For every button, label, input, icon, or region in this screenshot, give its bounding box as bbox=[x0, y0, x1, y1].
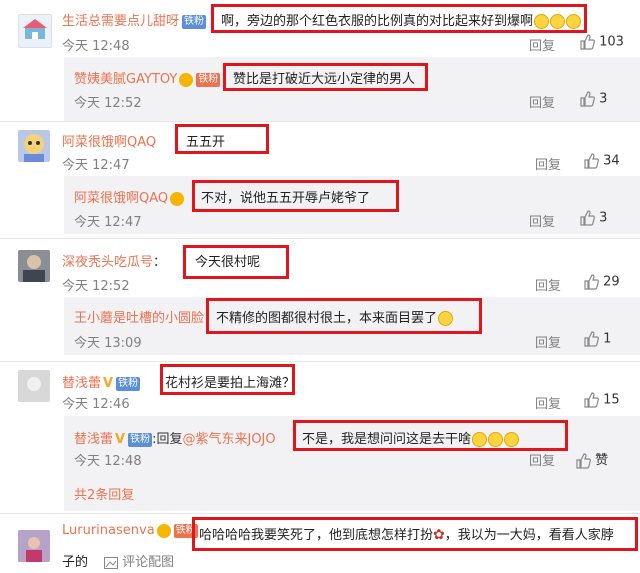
avatar[interactable] bbox=[18, 250, 50, 282]
laugh-emoji-icon bbox=[472, 432, 488, 447]
like-count: 29 bbox=[603, 274, 620, 290]
like-button[interactable]: 3 bbox=[579, 91, 607, 107]
reply-username[interactable]: 阿菜很饿啊QAQ bbox=[74, 187, 185, 206]
medal-icon bbox=[179, 72, 194, 87]
thumbs-up-icon bbox=[576, 452, 591, 469]
avatar[interactable] bbox=[18, 370, 50, 402]
like-count: 103 bbox=[599, 34, 624, 50]
medal-icon bbox=[170, 191, 185, 206]
thumbs-up-icon bbox=[584, 153, 599, 169]
avatar[interactable] bbox=[18, 130, 50, 162]
thumbs-up-icon bbox=[584, 331, 599, 347]
house-logo-icon bbox=[23, 19, 47, 39]
reply-time: 今天 12:52 bbox=[74, 96, 142, 111]
like-button[interactable]: 1 bbox=[583, 331, 611, 347]
reply-button[interactable]: 回复 bbox=[529, 211, 555, 230]
avatar[interactable] bbox=[18, 14, 52, 48]
reply-button[interactable]: 回复 bbox=[535, 154, 561, 173]
comment-time: 今天 12:47 bbox=[62, 158, 130, 173]
like-button[interactable]: 29 bbox=[583, 274, 620, 290]
reply-time: 今天 13:09 bbox=[74, 336, 142, 351]
fan-badge: 铁粉 bbox=[196, 72, 221, 87]
fan-badge: 铁粉 bbox=[182, 14, 207, 29]
photo-avatar-icon bbox=[18, 370, 50, 402]
thumbs-up-icon bbox=[580, 91, 595, 107]
verified-v-icon: V bbox=[115, 432, 126, 447]
like-count: 1 bbox=[603, 331, 612, 347]
comment-text: 今天很村呢 bbox=[195, 255, 261, 270]
divider bbox=[0, 361, 640, 362]
like-label: 赞 bbox=[595, 453, 609, 468]
reply-button[interactable]: 回复 bbox=[535, 393, 561, 412]
like-button[interactable]: 103 bbox=[579, 34, 624, 50]
grin-emoji-icon bbox=[438, 311, 454, 326]
comment-image-link[interactable]: 评论配图 bbox=[104, 551, 174, 570]
comment-time: 今天 12:52 bbox=[62, 279, 130, 294]
reply-text: 不是，我是想问问这是去干啥 bbox=[302, 428, 520, 447]
comment-username[interactable]: Lururinasenva 铁粉 bbox=[62, 523, 198, 538]
like-count: 34 bbox=[603, 153, 620, 169]
image-icon bbox=[104, 556, 118, 569]
like-button[interactable]: 15 bbox=[583, 392, 620, 408]
divider bbox=[0, 121, 640, 122]
like-count: 3 bbox=[599, 91, 608, 107]
like-count: 3 bbox=[599, 210, 608, 226]
thumbs-up-icon bbox=[584, 392, 599, 408]
reply-username[interactable]: 替浅蕾 V 铁粉:回复@紫气东来JOJO bbox=[74, 428, 276, 447]
medal-icon bbox=[156, 523, 171, 538]
divider bbox=[0, 238, 640, 239]
verified-v-icon: V bbox=[103, 376, 114, 391]
comment-username[interactable]: 阿菜很饿啊QAQ bbox=[62, 131, 156, 150]
comment-time: 今天 12:48 bbox=[62, 39, 130, 54]
reply-time: 今天 12:47 bbox=[74, 215, 142, 230]
emoji-icon: ✿ bbox=[433, 527, 445, 543]
comment-time: 今天 12:46 bbox=[62, 397, 130, 412]
laugh-emoji-icon bbox=[566, 14, 582, 29]
fan-badge: 铁粉 bbox=[128, 432, 153, 447]
reply-button[interactable]: 回复 bbox=[529, 35, 555, 54]
laugh-emoji-icon bbox=[488, 432, 504, 447]
like-button[interactable]: 赞 bbox=[575, 449, 608, 469]
thumbs-up-icon bbox=[584, 274, 599, 290]
comment-text: 哈哈哈哈我要笑死了，他到底想怎样打扮✿，我以为一大妈，看看人家脖 bbox=[199, 527, 614, 543]
like-button[interactable]: 34 bbox=[583, 153, 620, 169]
reply-username[interactable]: 王小蘑是吐槽的小圆脸 bbox=[74, 307, 204, 326]
divider bbox=[0, 513, 640, 514]
mention-link[interactable]: @紫气东来JOJO bbox=[182, 432, 275, 447]
photo-avatar-icon bbox=[23, 255, 45, 282]
like-count: 15 bbox=[603, 392, 620, 408]
avatar[interactable] bbox=[18, 530, 50, 562]
reply-text: 赞比是打破近大远小定律的男人 bbox=[233, 72, 416, 87]
comment-text: 啊，旁边的那个红色衣服的比例真的对比起来好到爆啊 bbox=[221, 10, 582, 29]
comment-username[interactable]: 替浅蕾 V 铁粉 bbox=[62, 372, 141, 391]
thumbs-up-icon bbox=[580, 34, 595, 50]
fan-badge: 铁粉 bbox=[116, 376, 141, 391]
comment-text-continued: 子的 bbox=[62, 555, 89, 570]
laugh-emoji-icon bbox=[534, 14, 550, 29]
cartoon-avatar-icon bbox=[24, 134, 44, 162]
comment-text: 花村衫是要拍上海滩？ bbox=[165, 376, 296, 391]
reply-button[interactable]: 回复 bbox=[535, 332, 561, 351]
thumbs-up-icon bbox=[580, 210, 595, 226]
like-button[interactable]: 3 bbox=[579, 210, 607, 226]
reply-text: 不精修的图都很村很土，本来面目罢了 bbox=[216, 307, 454, 326]
comment-username[interactable]: 深夜秃头吃瓜号： bbox=[62, 251, 166, 270]
comment-text: 五五开 bbox=[186, 135, 226, 150]
reply-text: 不对，说他五五开辱卢姥爷了 bbox=[201, 191, 371, 206]
reply-username[interactable]: 赞姨美腻GAYTOY 铁粉 bbox=[74, 68, 221, 87]
reply-button[interactable]: 回复 bbox=[529, 450, 555, 469]
reply-button[interactable]: 回复 bbox=[529, 92, 555, 111]
more-replies-link[interactable]: 共2条回复 bbox=[74, 484, 134, 503]
reply-button[interactable]: 回复 bbox=[535, 275, 561, 294]
comment-username[interactable]: 生活总需要点儿甜呀 铁粉 bbox=[62, 10, 207, 29]
reply-time: 今天 12:48 bbox=[74, 454, 142, 469]
laugh-emoji-icon bbox=[550, 14, 566, 29]
laugh-emoji-icon bbox=[504, 432, 520, 447]
photo-avatar-icon bbox=[18, 530, 50, 562]
